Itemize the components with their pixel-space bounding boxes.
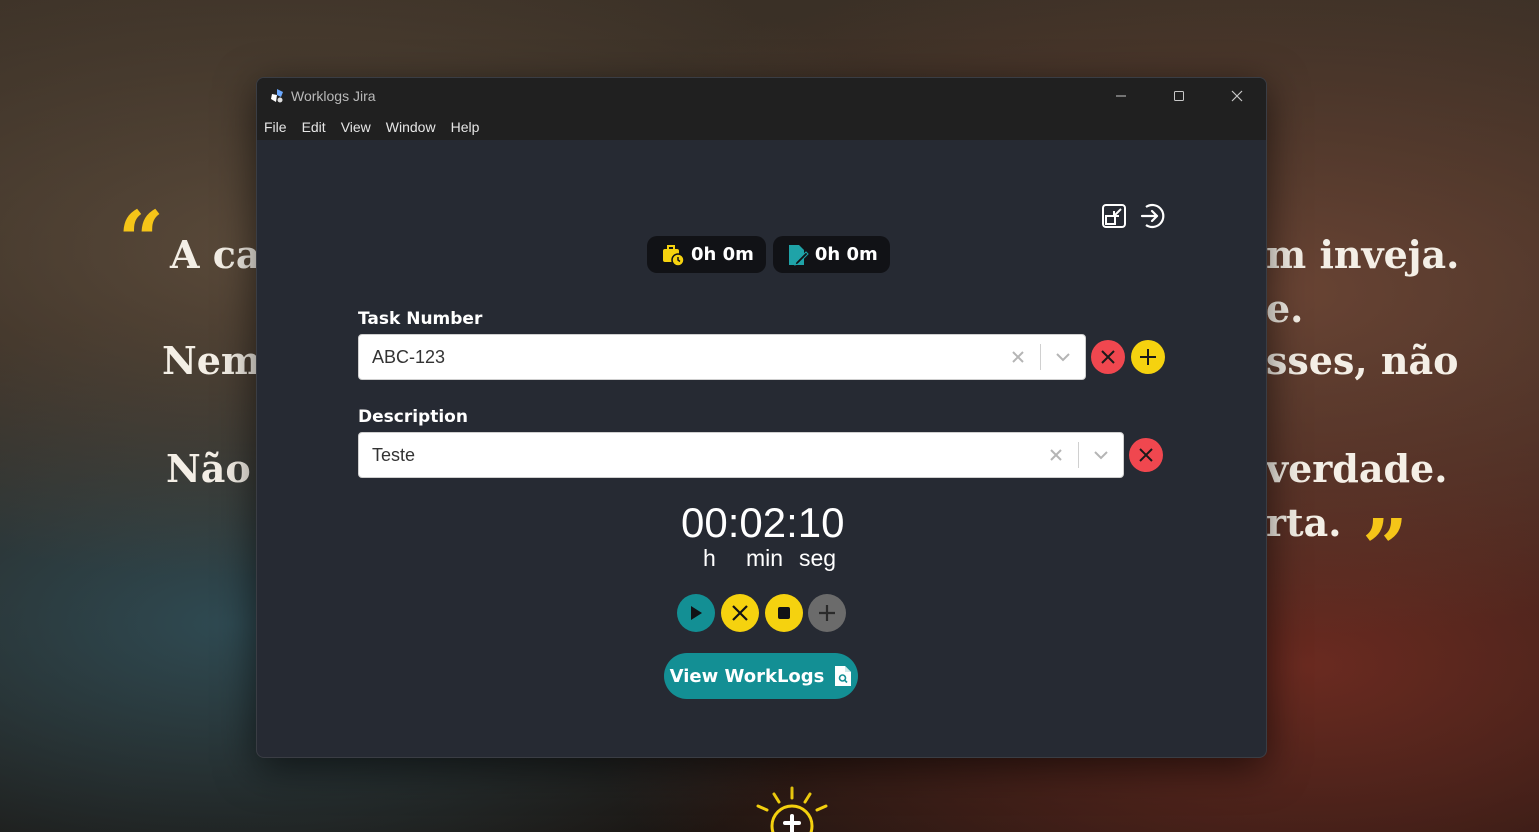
wallpaper-line-4-right: verdade.	[1266, 446, 1448, 491]
task-dropdown-button[interactable]	[1041, 352, 1085, 362]
task-number-select[interactable]: ABC-123	[358, 334, 1086, 380]
play-icon	[691, 606, 702, 620]
stop-timer-button[interactable]	[765, 594, 803, 632]
menu-help[interactable]: Help	[450, 119, 488, 135]
maximize-icon	[1174, 91, 1184, 101]
wallpaper-line-5-right: rta.	[1266, 500, 1342, 545]
clear-x-icon	[1050, 449, 1062, 461]
task-number-value: ABC-123	[372, 346, 446, 367]
add-time-button[interactable]	[808, 594, 846, 632]
description-clear-button[interactable]	[1034, 448, 1078, 462]
task-clear-button[interactable]	[996, 350, 1040, 364]
close-x-icon	[732, 605, 748, 621]
timer-unit-minutes: min	[746, 545, 784, 571]
clear-x-icon	[1012, 351, 1024, 363]
timer-display: 00:02:10	[681, 499, 845, 546]
wallpaper-line-3-left: Nem	[162, 338, 262, 383]
plus-icon	[1140, 349, 1156, 365]
minimize-icon	[1116, 95, 1126, 97]
menu-file[interactable]: File	[263, 119, 295, 135]
start-timer-button[interactable]	[677, 594, 715, 632]
description-select[interactable]: Teste	[358, 432, 1124, 478]
description-value: Teste	[372, 444, 416, 465]
app-logo-icon	[271, 89, 283, 103]
logout-button[interactable]	[1138, 202, 1166, 230]
add-task-button[interactable]	[1131, 340, 1165, 374]
title-bar[interactable]: Worklogs Jira	[257, 78, 1266, 114]
menu-window[interactable]: Window	[385, 119, 444, 135]
chevron-down-icon	[1094, 451, 1108, 460]
edited-time-value: 0h 0m	[814, 244, 878, 265]
stop-icon	[778, 607, 790, 619]
wallpaper-line-4-left: Não	[166, 446, 251, 491]
wallpaper-line-1-left: A ca	[170, 232, 261, 277]
view-worklogs-button[interactable]: View WorkLogs	[664, 653, 858, 699]
cancel-timer-button[interactable]	[721, 594, 759, 632]
menu-bar: File Edit View Window Help	[257, 114, 1266, 140]
wallpaper-line-2-right: e.	[1266, 286, 1304, 331]
main-content: 0h 0m 0h 0m Task Number ABC-123 Descript…	[257, 140, 1266, 757]
close-window-button[interactable]	[1208, 78, 1266, 114]
remove-description-button[interactable]	[1129, 438, 1163, 472]
logout-icon	[1140, 203, 1165, 229]
menu-edit[interactable]: Edit	[301, 119, 334, 135]
logged-time-value: 0h 0m	[691, 244, 754, 265]
window-title: Worklogs Jira	[291, 88, 376, 104]
maximize-button[interactable]	[1150, 78, 1208, 114]
timer-unit-seconds: seg	[799, 545, 837, 571]
briefcase-clock-icon	[663, 244, 685, 267]
task-number-label: Task Number	[358, 309, 483, 329]
description-label: Description	[358, 407, 468, 427]
menu-view[interactable]: View	[340, 119, 379, 135]
close-x-icon	[1139, 448, 1153, 462]
wallpaper-line-3-right: sses, não	[1266, 338, 1459, 383]
minimize-button[interactable]	[1092, 78, 1150, 114]
description-dropdown-button[interactable]	[1079, 450, 1123, 460]
sun-cross-logo-icon	[756, 786, 828, 832]
document-edit-icon	[788, 244, 809, 266]
close-quote-mark: ”	[1362, 501, 1409, 595]
logged-time-badge: 0h 0m	[647, 236, 766, 273]
wallpaper-line-1-right: m inveja.	[1266, 232, 1460, 277]
app-window: Worklogs Jira File Edit View Window Help	[256, 77, 1267, 758]
shrink-window-icon	[1102, 204, 1126, 228]
open-quote-mark: “	[118, 193, 165, 287]
close-icon	[1231, 90, 1243, 102]
plus-icon	[819, 605, 835, 621]
remove-task-button[interactable]	[1091, 340, 1125, 374]
edited-time-badge: 0h 0m	[772, 236, 890, 273]
close-x-icon	[1101, 350, 1115, 364]
compact-mode-button[interactable]	[1100, 202, 1128, 230]
timer-unit-hours: h	[703, 545, 716, 571]
document-search-icon	[835, 666, 852, 686]
chevron-down-icon	[1056, 353, 1070, 362]
view-worklogs-label: View WorkLogs	[669, 665, 825, 687]
